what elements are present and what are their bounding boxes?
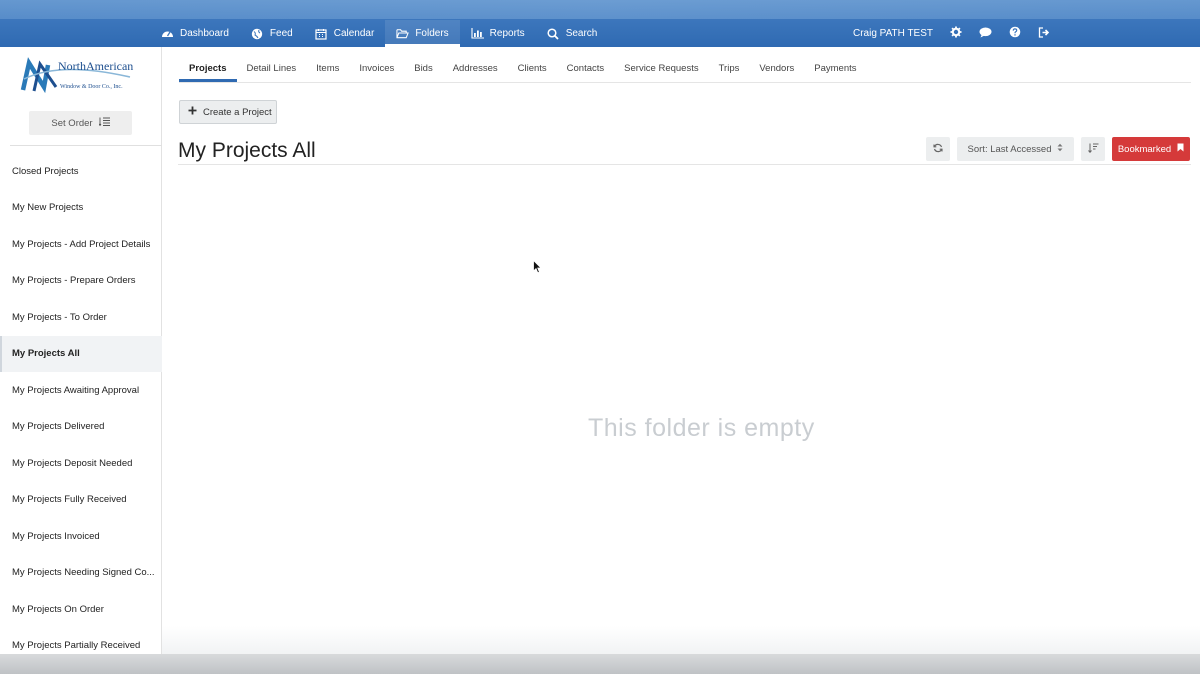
tab-items[interactable]: Items (306, 55, 349, 82)
refresh-button[interactable] (926, 137, 950, 161)
folder-item[interactable]: My Projects Needing Signed Co... (0, 555, 162, 592)
company-logo: NorthAmerican Window & Door Co., Inc. (20, 57, 140, 97)
nav-reports[interactable]: Reports (460, 20, 536, 47)
main-nav: Dashboard Feed Calendar Folders Reports (150, 20, 608, 47)
folder-sidebar: NorthAmerican Window & Door Co., Inc. Se… (0, 47, 162, 674)
nav-feed-label: Feed (269, 28, 293, 39)
mouse-cursor-icon (533, 259, 543, 274)
plus-icon (188, 106, 197, 118)
sort-label: Sort: Last Accessed (967, 143, 1052, 155)
tab-projects[interactable]: Projects (179, 55, 237, 82)
page-title: My Projects All (178, 139, 316, 162)
nav-reports-label: Reports (489, 28, 525, 39)
nav-dashboard[interactable]: Dashboard (150, 20, 240, 47)
set-order-label: Set Order (51, 117, 93, 129)
nav-search-label: Search (565, 28, 598, 39)
nav-dashboard-label: Dashboard (180, 28, 229, 39)
tab-contacts[interactable]: Contacts (557, 55, 615, 82)
tab-invoices[interactable]: Invoices (349, 55, 404, 82)
sort-direction-icon (1087, 142, 1099, 156)
tab-detail-lines[interactable]: Detail Lines (237, 55, 307, 82)
tab-trips[interactable]: Trips (709, 55, 750, 82)
sort-caret-icon (1057, 143, 1063, 155)
logout-icon[interactable] (1038, 26, 1050, 41)
empty-folder-message: This folder is empty (588, 414, 815, 442)
chat-icon[interactable] (979, 27, 992, 41)
folder-list: Closed Projects My New Projects My Proje… (0, 153, 162, 664)
set-order-button[interactable]: Set Order (29, 111, 132, 135)
title-divider (178, 164, 1191, 165)
folder-item[interactable]: My Projects - Add Project Details (0, 226, 162, 263)
bookmarked-label: Bookmarked (1117, 143, 1172, 155)
nav-folders[interactable]: Folders (385, 20, 461, 47)
window-bottom-edge (0, 654, 1200, 674)
folder-icon (396, 28, 410, 40)
folder-item[interactable]: My Projects Delivered (0, 409, 162, 446)
list-order-icon (98, 117, 110, 129)
folder-item[interactable]: My Projects - To Order (0, 299, 162, 336)
folder-item[interactable]: My Projects On Order (0, 591, 162, 628)
tabs-divider (179, 82, 1191, 83)
nav-calendar-label: Calendar (333, 28, 375, 39)
nav-folders-label: Folders (415, 28, 449, 39)
folder-item[interactable]: My Projects - Prepare Orders (0, 263, 162, 300)
entity-tabs: Projects Detail Lines Items Invoices Bid… (179, 55, 867, 82)
tab-addresses[interactable]: Addresses (443, 55, 508, 82)
sort-direction-button[interactable] (1081, 137, 1105, 161)
folder-item[interactable]: My Projects Deposit Needed (0, 445, 162, 482)
dashboard-icon (161, 28, 174, 40)
tab-payments[interactable]: Payments (804, 55, 866, 82)
nav-user-area: Craig PATH TEST (853, 20, 1050, 47)
create-project-button[interactable]: Create a Project (179, 100, 277, 124)
create-project-label: Create a Project (203, 106, 272, 118)
calendar-icon (315, 28, 328, 40)
folder-item[interactable]: Closed Projects (0, 153, 162, 190)
tab-service-requests[interactable]: Service Requests (614, 55, 708, 82)
nav-feed[interactable]: Feed (240, 20, 304, 47)
nav-search[interactable]: Search (536, 20, 609, 47)
logo-text-top: NorthAmerican (58, 59, 134, 73)
bottom-fade (162, 626, 1200, 654)
bar-chart-icon (471, 28, 484, 40)
logo-text-bottom: Window & Door Co., Inc. (60, 84, 123, 90)
bookmarked-button[interactable]: Bookmarked (1112, 137, 1190, 161)
folder-item[interactable]: My Projects Fully Received (0, 482, 162, 519)
user-name[interactable]: Craig PATH TEST (853, 28, 933, 39)
bookmark-icon (1177, 143, 1184, 155)
folder-item[interactable]: My Projects Awaiting Approval (0, 372, 162, 409)
gear-icon[interactable] (950, 26, 962, 41)
folder-item-active[interactable]: My Projects All (0, 335, 162, 372)
sidebar-divider (10, 145, 162, 146)
help-icon[interactable] (1009, 26, 1021, 41)
folder-item[interactable]: My Projects Invoiced (0, 518, 162, 555)
sort-dropdown[interactable]: Sort: Last Accessed (957, 137, 1074, 161)
tab-vendors[interactable]: Vendors (749, 55, 804, 82)
top-nav-bar: Dashboard Feed Calendar Folders Reports (0, 0, 1200, 47)
tab-clients[interactable]: Clients (508, 55, 557, 82)
tab-bids[interactable]: Bids (404, 55, 442, 82)
refresh-icon (933, 143, 943, 156)
search-icon (547, 27, 560, 40)
nav-calendar[interactable]: Calendar (304, 20, 386, 47)
folder-item[interactable]: My New Projects (0, 190, 162, 227)
topbar-shine (0, 0, 1200, 19)
globe-icon (251, 28, 264, 40)
